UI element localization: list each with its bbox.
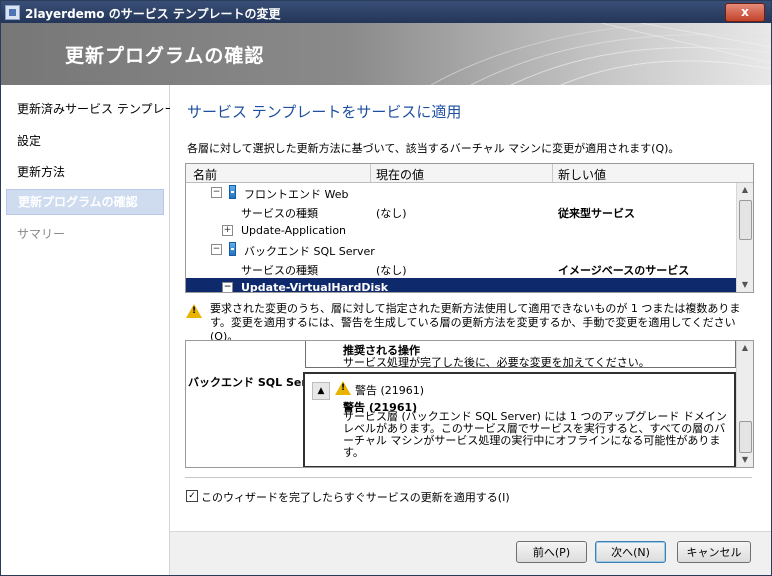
row-current-value: (なし) bbox=[376, 207, 407, 220]
detail-scrollbar[interactable]: ▲ ▼ bbox=[736, 341, 753, 467]
recommended-action-text: サービス処理が完了した後に、必要な変更を加えてください。 bbox=[343, 356, 650, 369]
warning-card-header: 警告 (21961) bbox=[355, 384, 425, 397]
column-header-current[interactable]: 現在の値 bbox=[376, 166, 424, 183]
chevron-up-icon[interactable]: ▲ bbox=[312, 382, 330, 400]
scroll-thumb[interactable] bbox=[739, 200, 752, 240]
warning-detail-panel[interactable]: バックエンド SQL Server 推奨される操作 サービス処理が完了した後に、… bbox=[185, 340, 754, 468]
tier-icon bbox=[229, 242, 236, 256]
back-button[interactable]: 前へ(P) bbox=[516, 541, 587, 563]
changes-grid[interactable]: 名前 現在の値 新しい値 − フロントエンド Web サービスの種類 (なし) … bbox=[185, 163, 754, 293]
apply-updates-checkbox[interactable]: ✓ bbox=[186, 490, 198, 502]
next-button[interactable]: 次へ(N) bbox=[595, 541, 666, 563]
tier-icon bbox=[229, 185, 236, 199]
row-name: バックエンド SQL Server bbox=[244, 245, 375, 258]
column-divider[interactable] bbox=[552, 164, 553, 182]
apply-updates-label[interactable]: このウィザードを完了したらすぐサービスの更新を適用する(I) bbox=[201, 489, 510, 505]
warning-card: ▲ 警告 (21961) 警告 (21961) サービス層 (バックエンド SQ… bbox=[303, 372, 736, 467]
checkmark-icon: ✓ bbox=[188, 491, 196, 501]
table-row[interactable]: サービスの種類 (なし) 従来型サービス bbox=[186, 202, 736, 221]
scroll-down-icon[interactable]: ▼ bbox=[737, 278, 753, 292]
table-row[interactable]: + Update-Application bbox=[186, 221, 736, 240]
header-banner: 更新プログラムの確認 bbox=[1, 23, 771, 85]
column-header-name[interactable]: 名前 bbox=[193, 166, 217, 183]
row-name: サービスの種類 bbox=[241, 207, 318, 220]
collapse-icon[interactable]: − bbox=[211, 244, 222, 255]
sidebar-item-summary: サマリー bbox=[17, 227, 66, 241]
warning-message: 要求された変更のうち、層に対して指定された更新方法使用して適用できないものが 1… bbox=[210, 302, 741, 343]
wizard-footer: 前へ(P) 次へ(N) キャンセル bbox=[170, 531, 771, 575]
row-name: フロントエンド Web bbox=[244, 188, 349, 201]
divider bbox=[185, 477, 752, 478]
scroll-up-icon[interactable]: ▲ bbox=[737, 341, 753, 355]
row-new-value: イメージベースのサービス bbox=[558, 264, 690, 277]
sidebar-item-updated-template[interactable]: 更新済みサービス テンプレート bbox=[6, 96, 188, 122]
scroll-thumb[interactable] bbox=[739, 421, 752, 453]
collapse-icon[interactable]: − bbox=[222, 282, 233, 292]
grid-scrollbar[interactable]: ▲ ▼ bbox=[736, 183, 753, 292]
column-divider[interactable] bbox=[370, 164, 371, 182]
sidebar-item-settings[interactable]: 設定 bbox=[6, 128, 164, 154]
row-name: Update-VirtualHardDisk bbox=[241, 281, 389, 293]
grid-header: 名前 現在の値 新しい値 bbox=[186, 164, 753, 183]
app-icon bbox=[5, 5, 20, 20]
window-title: 2layerdemo のサービス テンプレートの変更 bbox=[25, 7, 281, 21]
recommended-action-card: 推奨される操作 サービス処理が完了した後に、必要な変更を加えてください。 bbox=[305, 341, 736, 369]
warning-icon bbox=[335, 381, 351, 395]
expand-icon[interactable]: + bbox=[222, 225, 233, 236]
wizard-window: 2layerdemo のサービス テンプレートの変更 x 更新プログラムの確認 … bbox=[0, 0, 772, 576]
row-current-value: (なし) bbox=[376, 264, 407, 277]
cancel-button[interactable]: キャンセル bbox=[677, 541, 751, 563]
main-content: サービス テンプレートをサービスに適用 各層に対して選択した更新方法に基づいて、… bbox=[170, 85, 771, 531]
warning-card-body: サービス層 (バックエンド SQL Server) には 1 つのアップグレード… bbox=[343, 410, 727, 459]
close-button[interactable]: x bbox=[725, 3, 765, 22]
row-name: サービスの種類 bbox=[241, 264, 318, 277]
wizard-sidebar: 更新済みサービス テンプレート 設定 更新方法 更新プログラムの確認 サマリー bbox=[1, 85, 188, 575]
row-new-value: 従来型サービス bbox=[558, 207, 635, 220]
scroll-down-icon[interactable]: ▼ bbox=[737, 453, 753, 467]
collapse-icon[interactable]: − bbox=[211, 187, 222, 198]
table-row[interactable]: サービスの種類 (なし) イメージベースのサービス bbox=[186, 259, 736, 278]
sidebar-item-update-method[interactable]: 更新方法 bbox=[6, 159, 164, 185]
table-row[interactable]: − フロントエンド Web bbox=[186, 183, 736, 202]
page-description: 各層に対して選択した更新方法に基づいて、該当するバーチャル マシンに変更が適用さ… bbox=[187, 142, 680, 155]
sidebar-item-confirm-updates[interactable]: 更新プログラムの確認 bbox=[6, 189, 164, 215]
close-icon: x bbox=[741, 5, 749, 19]
table-row[interactable]: − バックエンド SQL Server bbox=[186, 240, 736, 259]
warning-icon bbox=[186, 304, 202, 318]
title-bar: 2layerdemo のサービス テンプレートの変更 x bbox=[1, 1, 771, 23]
page-title: サービス テンプレートをサービスに適用 bbox=[187, 103, 462, 121]
table-row-selected[interactable]: − Update-VirtualHardDisk bbox=[186, 278, 736, 293]
row-name: Update-Application bbox=[241, 224, 347, 237]
column-header-new[interactable]: 新しい値 bbox=[558, 166, 606, 183]
scroll-up-icon[interactable]: ▲ bbox=[737, 183, 753, 197]
banner-heading: 更新プログラムの確認 bbox=[65, 45, 265, 67]
